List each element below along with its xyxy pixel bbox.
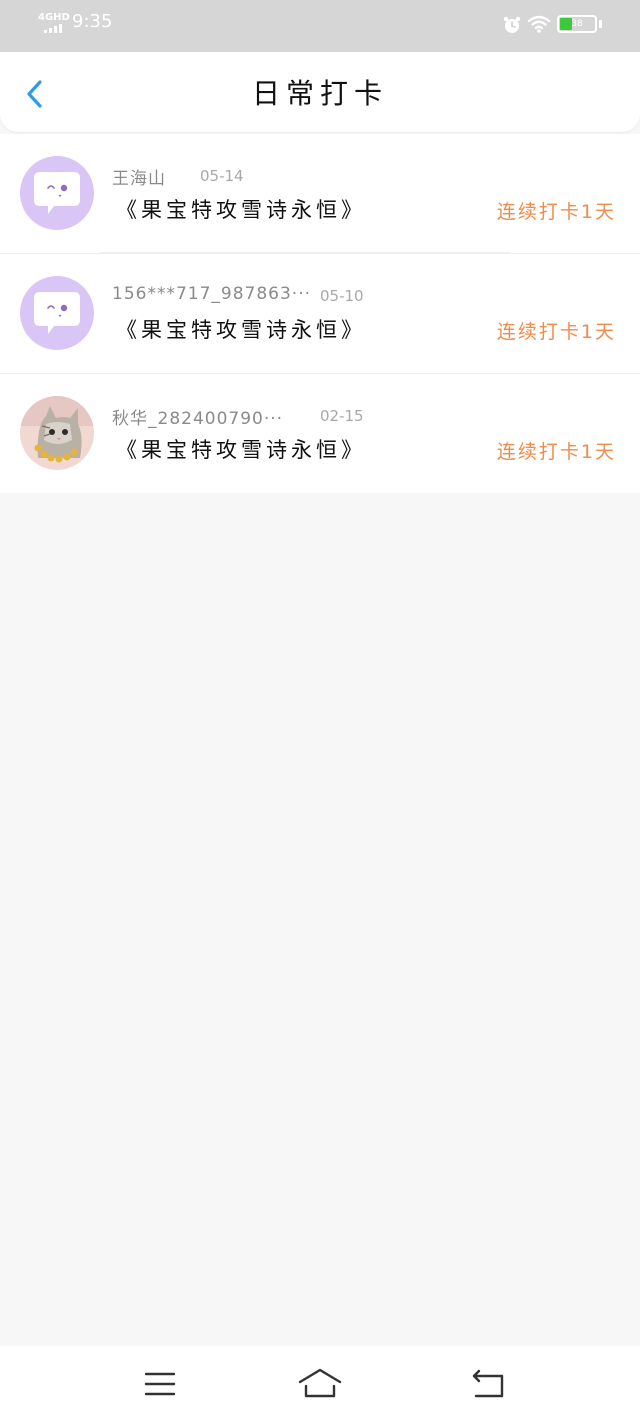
page-title: 日常打卡 <box>251 77 388 110</box>
status-bar: 4GHD 9:35 38 <box>0 0 640 52</box>
avatar[interactable] <box>20 156 94 230</box>
checkin-list: 王海山 05-14 《果宝特攻雪诗永恒》 连续打卡1天 156***717_98… <box>0 134 640 493</box>
checkin-date: 05-10 <box>320 287 364 305</box>
checkin-record[interactable]: 156***717_987863··· 05-10 《果宝特攻雪诗永恒》 连续打… <box>0 253 640 373</box>
battery-icon: 38 <box>557 15 597 33</box>
user-name: 王海山 <box>112 169 166 189</box>
menu-icon <box>144 1372 176 1396</box>
home-icon <box>298 1368 342 1398</box>
system-nav-bar <box>0 1346 640 1422</box>
user-name: 156***717_987863··· <box>112 284 312 304</box>
menu-button[interactable] <box>138 1366 182 1402</box>
avatar[interactable] <box>20 396 94 470</box>
cat-photo-avatar <box>20 396 94 470</box>
back-nav-button[interactable] <box>466 1366 510 1402</box>
user-name: 秋华_282400790··· <box>112 409 284 429</box>
book-title: 《果宝特攻雪诗永恒》 <box>116 438 366 462</box>
book-title: 《果宝特攻雪诗永恒》 <box>116 198 366 222</box>
alarm-icon <box>503 16 521 33</box>
checkin-date: 02-15 <box>320 407 364 425</box>
status-time: 9:35 <box>72 11 113 32</box>
checkin-date: 05-14 <box>200 167 244 185</box>
checkin-record[interactable]: 秋华_282400790··· 02-15 《果宝特攻雪诗永恒》 连续打卡1天 <box>0 373 640 493</box>
home-button[interactable] <box>298 1366 342 1402</box>
avatar[interactable] <box>20 276 94 350</box>
wifi-icon <box>527 15 551 33</box>
checkin-record[interactable]: 王海山 05-14 《果宝特攻雪诗永恒》 连续打卡1天 <box>0 134 640 253</box>
back-icon <box>472 1369 504 1398</box>
streak-text: 连续打卡1天 <box>496 201 616 223</box>
header-bar: 日常打卡 <box>0 52 640 132</box>
signal-icon <box>44 24 62 33</box>
book-title: 《果宝特攻雪诗永恒》 <box>116 318 366 342</box>
streak-text: 连续打卡1天 <box>496 441 616 463</box>
streak-text: 连续打卡1天 <box>496 321 616 343</box>
default-chat-avatar-icon <box>34 292 80 334</box>
battery-tip <box>599 20 602 28</box>
battery-percent: 38 <box>571 19 583 29</box>
default-chat-avatar-icon <box>34 172 80 214</box>
network-type: 4GHD <box>38 12 70 23</box>
